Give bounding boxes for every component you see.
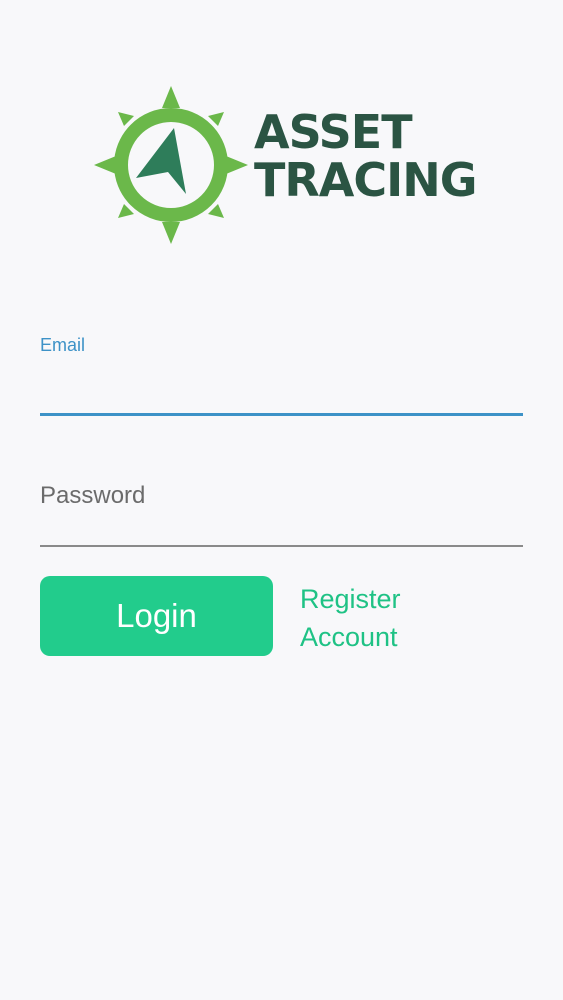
brand-name-line1: ASSET [254, 105, 413, 159]
brand-name-line2: TRACING [254, 153, 478, 207]
email-field[interactable] [40, 371, 523, 407]
password-underline [40, 545, 523, 547]
email-underline [40, 413, 523, 416]
email-label: Email [40, 335, 86, 355]
brand-name: ASSET TRACING [254, 105, 478, 207]
password-field-group [40, 476, 523, 550]
register-account-link[interactable]: Register Account [300, 580, 440, 656]
password-field[interactable] [40, 476, 523, 516]
email-field-group: Email [40, 335, 523, 419]
app-logo: ASSET TRACING [94, 86, 478, 244]
compass-icon [94, 86, 248, 244]
login-button[interactable]: Login [40, 576, 273, 656]
